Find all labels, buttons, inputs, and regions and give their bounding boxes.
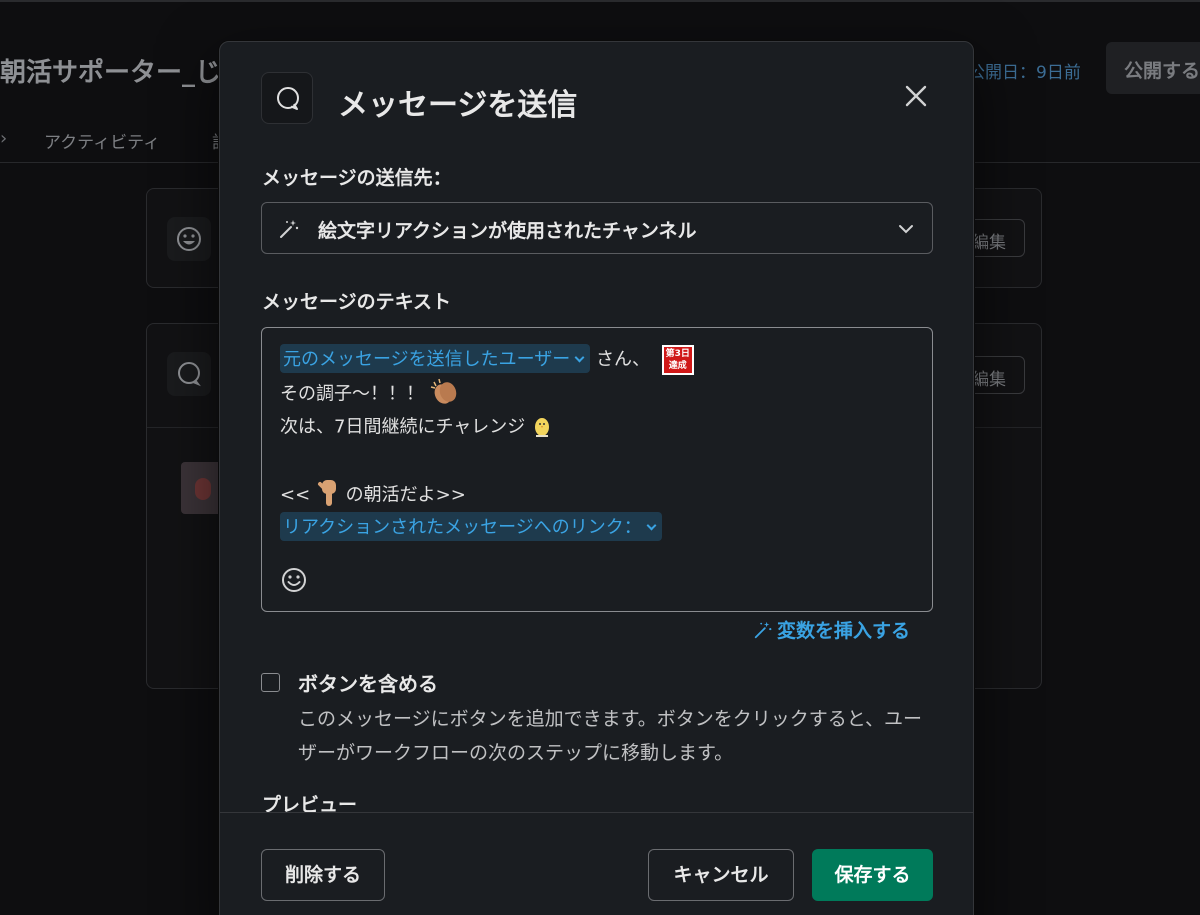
- insert-variable-link[interactable]: 変数を挿入する: [753, 616, 910, 643]
- message-text: さん、: [596, 349, 651, 370]
- chick-icon: [531, 412, 553, 443]
- edit-step-button[interactable]: 編集: [967, 356, 1025, 394]
- recipient-value: 絵文字リアクションが使用されたチャンネル: [318, 220, 697, 242]
- message-text-editor[interactable]: 元のメッセージを送信したユーザー さん、 第3日 達成 その調子〜！！！ 次は、7…: [261, 327, 933, 612]
- message-line: リアクションされたメッセージへのリンク：: [280, 512, 662, 541]
- magic-wand-icon: [754, 621, 772, 639]
- message-text-label: メッセージのテキスト: [262, 291, 452, 313]
- publish-button[interactable]: 公開する: [1106, 42, 1200, 94]
- message-line: その調子〜！！！: [280, 378, 460, 411]
- close-icon[interactable]: [900, 80, 932, 112]
- message-line: << の朝活だよ>>: [280, 478, 466, 513]
- message-step-icon: [167, 352, 211, 396]
- recipient-select[interactable]: 絵文字リアクションが使用されたチャンネル: [261, 202, 933, 254]
- modal-footer: 削除する キャンセル 保存する: [220, 812, 973, 915]
- include-buttons-description: このメッセージにボタンを追加できます。ボタンをクリックすると、ユーザーがワークフ…: [298, 708, 922, 764]
- include-buttons-checkbox[interactable]: [261, 673, 280, 692]
- chevron-down-icon: [574, 352, 585, 363]
- variable-chip-original-sender[interactable]: 元のメッセージを送信したユーザー: [280, 344, 591, 373]
- message-line: 次は、7日間継続にチャレンジ: [280, 412, 553, 443]
- variable-chip-message-link[interactable]: リアクションされたメッセージへのリンク：: [280, 512, 662, 541]
- message-bubble-icon: [261, 72, 313, 124]
- top-border: [0, 0, 1200, 2]
- pointing-down-icon: [316, 478, 340, 513]
- edit-step-button[interactable]: 編集: [967, 219, 1025, 257]
- include-buttons-label[interactable]: ボタンを含める: [298, 668, 438, 697]
- chevron-down-icon: [898, 221, 914, 241]
- message-line: 元のメッセージを送信したユーザー さん、 第3日 達成: [280, 344, 694, 375]
- send-message-modal: メッセージを送信 メッセージの送信先： 絵文字リアクションが使用されたチャンネル…: [219, 41, 974, 915]
- magic-wand-icon: [278, 218, 300, 244]
- tab-activity[interactable]: アクティビティ: [44, 128, 160, 153]
- tab-back-arrow[interactable]: ›: [0, 128, 7, 149]
- emoji-step-icon: [167, 217, 211, 261]
- chevron-down-icon: [646, 520, 657, 531]
- cancel-button[interactable]: キャンセル: [648, 849, 794, 901]
- day3-achieved-emoji: 第3日 達成: [661, 345, 694, 375]
- recipient-label: メッセージの送信先：: [262, 167, 452, 189]
- clapping-hands-icon: [430, 378, 460, 411]
- modal-title: メッセージを送信: [338, 88, 578, 123]
- published-date: 公開日：9日前: [968, 63, 1081, 83]
- save-button[interactable]: 保存する: [812, 849, 933, 901]
- emoji-picker-icon[interactable]: [280, 566, 308, 594]
- workflow-title: 朝活サポーター_じ: [0, 58, 222, 88]
- delete-button[interactable]: 削除する: [261, 849, 385, 901]
